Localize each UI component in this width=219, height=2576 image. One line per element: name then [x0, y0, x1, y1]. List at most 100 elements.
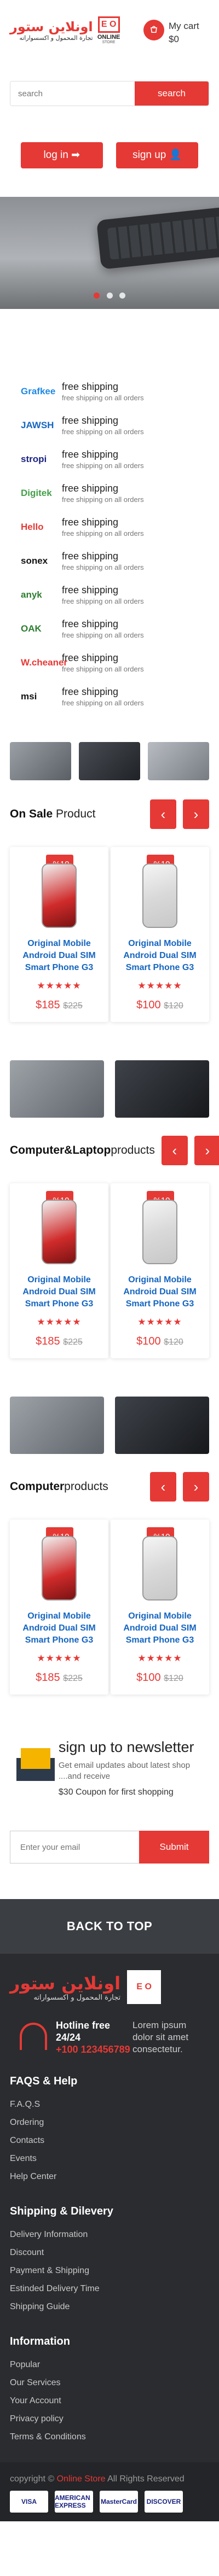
- brand-row[interactable]: Hello free shipping free shipping on all o…: [10, 516, 209, 550]
- brand-row[interactable]: anyk free shipping free shipping on all or…: [10, 583, 209, 617]
- section-title: Computer&Laptopproducts: [10, 1144, 155, 1157]
- product-card[interactable]: -%10Original Mobile Android Dual SIM Sma…: [111, 847, 209, 1022]
- brand-logo-text: OAK: [21, 623, 42, 634]
- product-price: $100 $120: [111, 1335, 209, 1348]
- product-image[interactable]: [42, 1200, 77, 1264]
- hotline: Hotline free 24/24 +100 123456789 Lorem …: [10, 2019, 209, 2055]
- product-name[interactable]: Original Mobile Android Dual SIM Smart P…: [10, 1600, 108, 1646]
- price-old: $225: [63, 1337, 83, 1347]
- brand-logo: Hello: [10, 516, 62, 539]
- product-name[interactable]: Original Mobile Android Dual SIM Smart P…: [111, 1264, 209, 1310]
- price-old: $120: [164, 1674, 183, 1683]
- back-to-top-button[interactable]: BACK TO TOP: [0, 1899, 219, 1954]
- prev-arrow-icon[interactable]: ‹: [150, 1472, 176, 1502]
- footer-link[interactable]: Ordering: [10, 2113, 209, 2131]
- hotline-number[interactable]: +100 123456789: [56, 2043, 132, 2055]
- footer-link[interactable]: Delivery Information: [10, 2225, 209, 2244]
- footer-link[interactable]: Popular: [10, 2356, 209, 2374]
- brand-row[interactable]: stropi free shipping free shipping on all …: [10, 448, 209, 482]
- copyright-brand[interactable]: Online Store: [57, 2474, 106, 2484]
- section-title-rest: products: [64, 1480, 108, 1493]
- next-arrow-icon[interactable]: ›: [194, 1136, 219, 1165]
- site-logo[interactable]: اونلاين ستور تجارة المحمول و اكسسواراته …: [10, 16, 122, 44]
- footer-link[interactable]: Discount: [10, 2244, 209, 2262]
- rating-stars: ★★★★★: [37, 1317, 82, 1327]
- search-input[interactable]: [10, 81, 135, 106]
- brand-row[interactable]: JAWSH free shipping free shipping on all o…: [10, 414, 209, 448]
- promo-banner[interactable]: [148, 742, 209, 780]
- product-image[interactable]: [42, 1536, 77, 1600]
- brand-info: free shipping free shipping on all orders: [62, 550, 144, 573]
- promo-banner[interactable]: [115, 1397, 209, 1454]
- product-card[interactable]: -%10Original Mobile Android Dual SIM Sma…: [10, 1183, 108, 1358]
- slider-dot[interactable]: [106, 293, 113, 299]
- auth-bar: log in ➡ sign up 👤: [0, 115, 219, 197]
- footer-link[interactable]: Shipping Guide: [10, 2298, 209, 2316]
- brand-logo-text: JAWSH: [21, 420, 54, 430]
- product-image[interactable]: [142, 863, 177, 928]
- product-image[interactable]: [42, 863, 77, 928]
- product-card[interactable]: -%10Original Mobile Android Dual SIM Sma…: [10, 847, 108, 1022]
- brand-logo-text: sonex: [21, 556, 48, 566]
- prev-arrow-icon[interactable]: ‹: [161, 1136, 188, 1165]
- headset-icon: [20, 2023, 47, 2050]
- login-button[interactable]: log in ➡: [20, 142, 103, 168]
- brand-row[interactable]: W.cheaner free shipping free shipping on a…: [10, 651, 209, 685]
- section-title-bold: Computer: [10, 1480, 65, 1493]
- newsletter-email-input[interactable]: [10, 1831, 139, 1864]
- footer-link[interactable]: F.A.Q.S: [10, 2095, 209, 2113]
- product-card[interactable]: -%10Original Mobile Android Dual SIM Sma…: [111, 1520, 209, 1695]
- signup-button[interactable]: sign up 👤: [116, 142, 199, 168]
- footer-logo[interactable]: اونلاين ستور تجارة المحمول و اكسسواراته …: [10, 1970, 209, 2004]
- product-name[interactable]: Original Mobile Android Dual SIM Smart P…: [10, 928, 108, 974]
- footer-link[interactable]: Privacy policy: [10, 2410, 209, 2428]
- product-name[interactable]: Original Mobile Android Dual SIM Smart P…: [111, 928, 209, 974]
- footer-link[interactable]: Your Account: [10, 2392, 209, 2410]
- footer-link[interactable]: Terms & Conditions: [10, 2428, 209, 2446]
- footer-link[interactable]: Payment & Shipping: [10, 2262, 209, 2280]
- footer-link[interactable]: Events: [10, 2149, 209, 2168]
- newsletter-submit-button[interactable]: Submit: [139, 1831, 209, 1864]
- footer-link[interactable]: Estinded Delivery Time: [10, 2280, 209, 2298]
- brand-info: free shipping free shipping on all orders: [62, 516, 144, 539]
- slider-dot[interactable]: [119, 293, 125, 299]
- copyright-bar: copyright © Online Store All Rights Rese…: [0, 2462, 219, 2521]
- payment-card-icon: AMERICAN EXPRESS: [55, 2491, 93, 2513]
- product-card[interactable]: -%10Original Mobile Android Dual SIM Sma…: [111, 1183, 209, 1358]
- promo-banner[interactable]: [10, 742, 71, 780]
- product-card[interactable]: -%10Original Mobile Android Dual SIM Sma…: [10, 1520, 108, 1695]
- section-header: Computer&Laptopproducts ‹ ›: [0, 1129, 219, 1172]
- product-name[interactable]: Original Mobile Android Dual SIM Smart P…: [111, 1600, 209, 1646]
- brand-row[interactable]: sonex free shipping free shipping on all o…: [10, 550, 209, 583]
- next-arrow-icon[interactable]: ›: [183, 1472, 209, 1502]
- footer-link[interactable]: Contacts: [10, 2131, 209, 2149]
- brand-title: free shipping: [62, 585, 119, 595]
- prev-arrow-icon[interactable]: ‹: [150, 799, 176, 829]
- section-title-bold: Computer&Laptop: [10, 1144, 111, 1156]
- brand-row[interactable]: Grafkee free shipping free shipping on all…: [10, 380, 209, 414]
- footer-link[interactable]: Our Services: [10, 2374, 209, 2392]
- brand-info: free shipping free shipping on all orders: [62, 685, 144, 708]
- promo-banner[interactable]: [115, 1060, 209, 1118]
- brand-row[interactable]: msi free shipping free shipping on all ord…: [10, 685, 209, 719]
- footer-link-list: Delivery Information Discount Payment & Sh…: [10, 2225, 209, 2316]
- price-old: $225: [63, 1674, 83, 1683]
- phone-banner[interactable]: [10, 1060, 104, 1118]
- promo-banner[interactable]: [79, 742, 140, 780]
- next-arrow-icon[interactable]: ›: [183, 799, 209, 829]
- cart-button[interactable]: My cart $0: [143, 20, 199, 46]
- product-image[interactable]: [142, 1536, 177, 1600]
- slider-dot[interactable]: [94, 293, 100, 299]
- product-name[interactable]: Original Mobile Android Dual SIM Smart P…: [10, 1264, 108, 1310]
- brand-row[interactable]: OAK free shipping free shipping on all ord…: [10, 617, 209, 651]
- hero-slider[interactable]: [0, 197, 219, 309]
- footer-lorem: Lorem ipsum dolor sit amet consectetur.: [132, 2020, 189, 2054]
- login-icon: ➡: [71, 149, 80, 161]
- product-image[interactable]: [142, 1200, 177, 1264]
- brand-row[interactable]: Digitek free shipping free shipping on all…: [10, 482, 209, 516]
- brand-logo: W.cheaner: [10, 651, 67, 674]
- footer-link[interactable]: Help Center: [10, 2168, 209, 2186]
- search-button[interactable]: search: [135, 81, 209, 106]
- section-header: On Sale Product ‹ ›: [0, 792, 219, 836]
- phone-banner[interactable]: [10, 1397, 104, 1454]
